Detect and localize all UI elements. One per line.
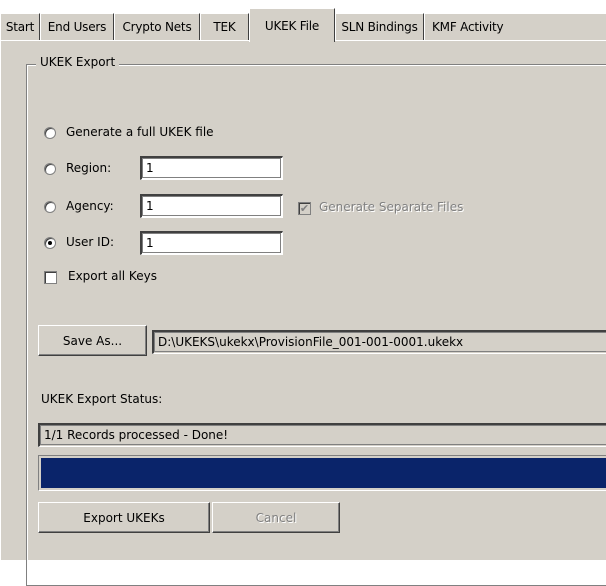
tab-crypto-nets[interactable]: Crypto Nets [114, 13, 200, 40]
full-file-radio[interactable] [44, 127, 56, 139]
region-label: Region: [66, 161, 112, 175]
tab-label: TEK [213, 20, 236, 34]
group-title: UKEK Export [36, 55, 120, 69]
tab-label: End Users [47, 20, 107, 34]
tab-sln-bindings[interactable]: SLN Bindings [335, 13, 424, 40]
cancel-label: Cancel [255, 510, 297, 525]
tab-label: SLN Bindings [341, 20, 418, 34]
agency-field[interactable]: 1 [140, 194, 283, 218]
tab-label: UKEK File [264, 18, 320, 33]
save-as-label: Save As... [62, 333, 123, 348]
agency-label: Agency: [66, 199, 114, 213]
region-radio[interactable] [44, 163, 56, 175]
export-ukeks-label: Export UKEKs [83, 510, 165, 525]
tab-start[interactable]: Start [0, 13, 40, 40]
export-all-keys-label: Export all Keys [68, 269, 157, 283]
export-path-field[interactable]: D:\UKEKS\ukekx\ProvisionFile_001-001-000… [152, 330, 606, 354]
tab-label: Start [5, 20, 35, 34]
radio-selected-icon [48, 241, 52, 245]
tab-label: KMF Activity [432, 20, 504, 34]
tab-end-users[interactable]: End Users [40, 13, 114, 40]
export-status-field: 1/1 Records processed - Done! [38, 423, 606, 447]
agency-radio[interactable] [44, 201, 56, 213]
separate-files-label: Generate Separate Files [319, 200, 464, 214]
check-mark-icon: ✔ [299, 202, 310, 215]
region-field[interactable]: 1 [140, 156, 283, 180]
tab-kmf-activity[interactable]: KMF Activity [424, 13, 606, 40]
export-progress-bar [38, 455, 606, 491]
export-ukeks-button[interactable]: Export UKEKs [38, 502, 210, 533]
separate-files-checkbox[interactable]: ✔ [298, 202, 311, 215]
save-as-button[interactable]: Save As... [38, 325, 147, 356]
progress-fill [41, 458, 606, 488]
cancel-button[interactable]: Cancel [212, 502, 340, 533]
export-status-label: UKEK Export Status: [41, 392, 163, 406]
user-id-field[interactable]: 1 [140, 231, 283, 255]
tab-ukek-file[interactable]: UKEK File [249, 8, 335, 42]
full-file-label: Generate a full UKEK file [66, 125, 214, 139]
user-id-radio[interactable] [44, 237, 56, 249]
user-id-label: User ID: [66, 235, 114, 249]
tab-tek[interactable]: TEK [200, 13, 249, 40]
tab-label: Crypto Nets [122, 20, 192, 34]
export-all-keys-checkbox[interactable] [44, 271, 57, 284]
